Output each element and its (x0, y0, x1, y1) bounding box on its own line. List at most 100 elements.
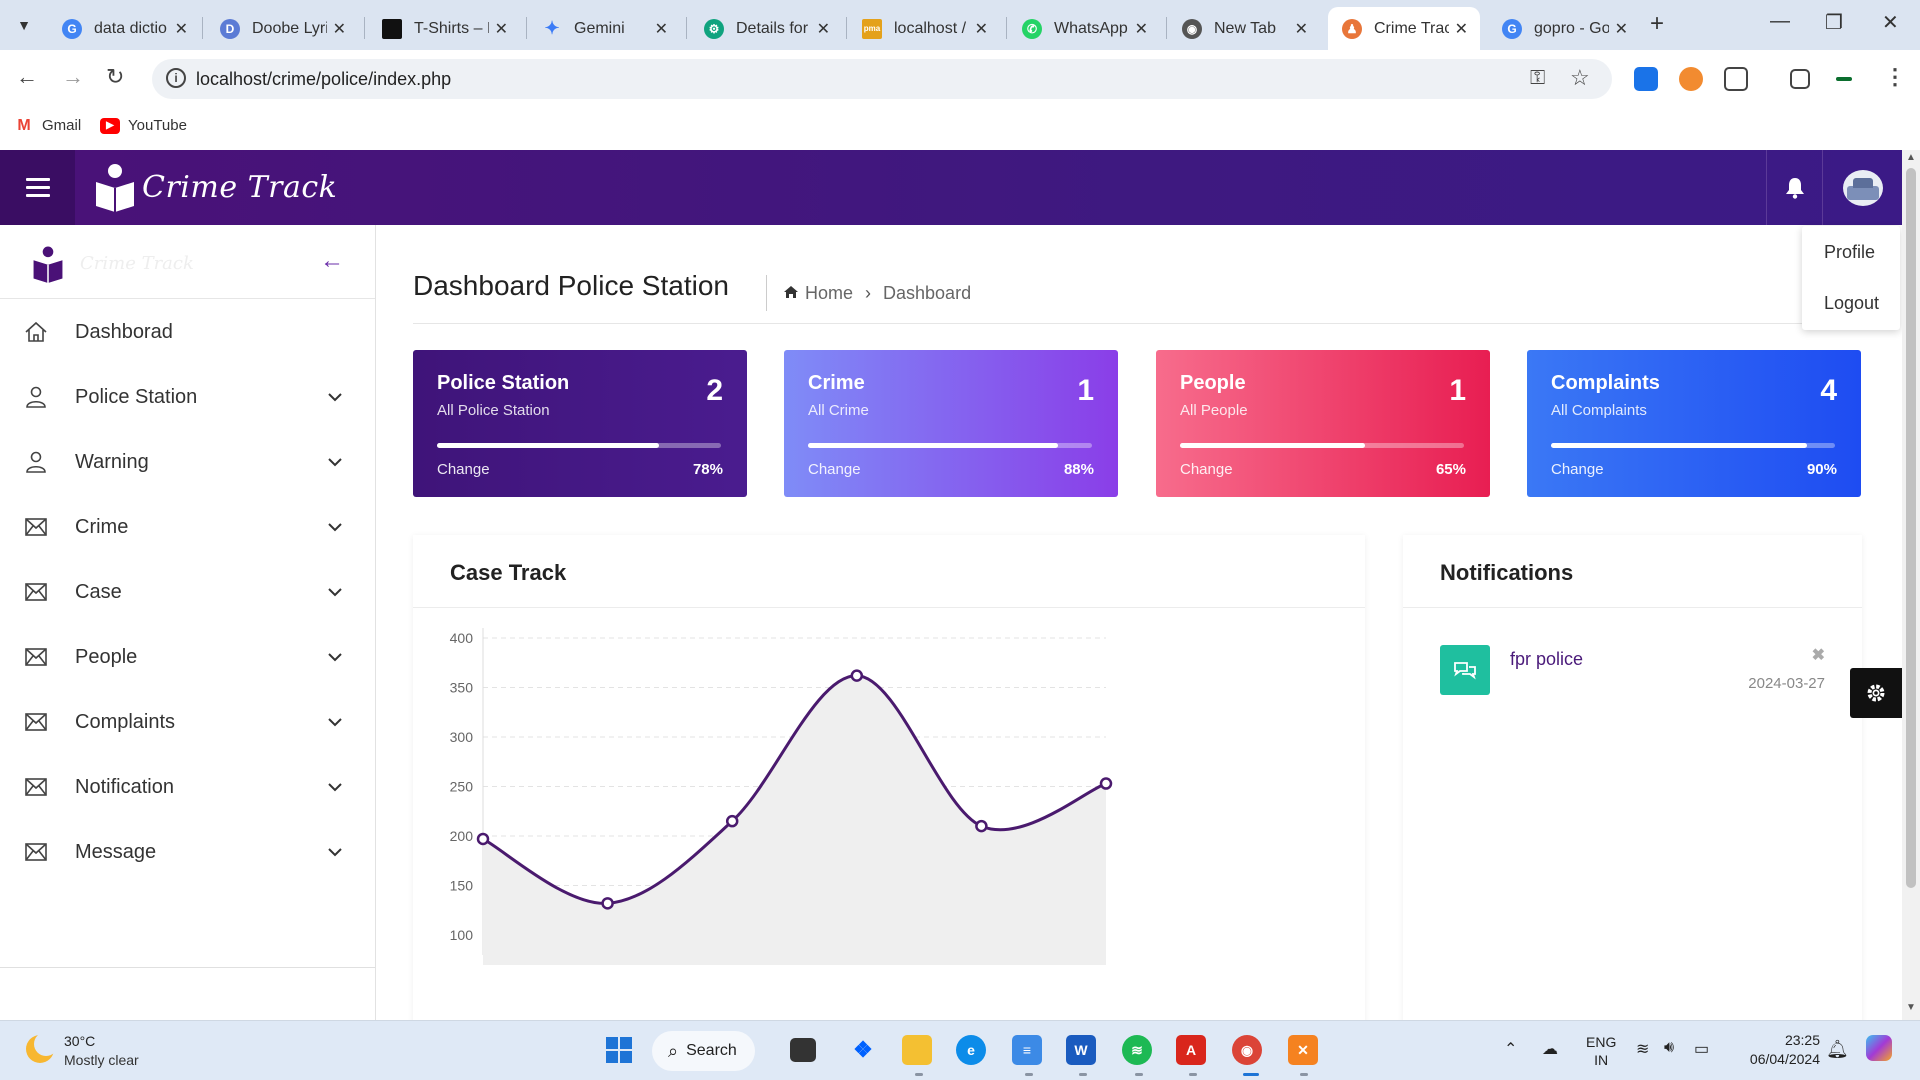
notifications-bell-icon[interactable] (1766, 150, 1822, 225)
sidebar-item-notification[interactable]: Notification (0, 755, 375, 820)
page-scrollbar[interactable]: ▲ ▼ (1902, 150, 1920, 1020)
word-icon[interactable]: W (1066, 1035, 1096, 1065)
back-icon[interactable]: ← (16, 64, 38, 90)
weather-widget[interactable]: 30°C Mostly clear (20, 1031, 240, 1071)
reload-icon[interactable]: ↻ (106, 64, 124, 90)
stat-card-police-station[interactable]: Police Station All Police Station 2 Chan… (413, 350, 747, 497)
stat-card-crime[interactable]: Crime All Crime 1 Change 88% (784, 350, 1118, 497)
profile-indicator-icon[interactable] (1836, 77, 1852, 81)
browser-tab[interactable]: ✆ WhatsApp ✕ (1008, 7, 1160, 50)
scroll-up-arrow-icon[interactable]: ▲ (1906, 152, 1916, 163)
browser-tab[interactable]: ✦ Gemini ✕ (528, 7, 680, 50)
side-panel-icon[interactable] (1790, 69, 1810, 89)
close-tab-icon[interactable]: ✕ (495, 19, 508, 39)
task-view-icon[interactable] (790, 1038, 816, 1062)
y-tick-label: 350 (450, 680, 474, 696)
windows-taskbar: 30°C Mostly clear ⌕ Search ❖ e ≡ W ≋ A ◉… (0, 1020, 1920, 1080)
volume-icon[interactable]: 🔊︎ (1664, 1039, 1674, 1080)
sidebar-item-crime[interactable]: Crime (0, 495, 375, 560)
edge-icon[interactable]: e (956, 1035, 986, 1065)
browser-tab[interactable]: T-Shirts – I ✕ (368, 7, 520, 50)
close-window-button[interactable]: ✕ (1882, 10, 1899, 35)
xampp-icon[interactable]: ✕ (1288, 1035, 1318, 1065)
browser-tab[interactable]: pma localhost / ✕ (848, 7, 1000, 50)
sidebar-header: Crime Track ← (0, 225, 375, 299)
browser-tab[interactable]: ◉ New Tab ✕ (1168, 7, 1320, 50)
collapse-sidebar-arrow-icon[interactable]: ← (320, 247, 344, 275)
close-tab-icon[interactable]: ✕ (817, 19, 830, 39)
battery-icon[interactable]: ▭ (1694, 1039, 1709, 1080)
taskbar-clock[interactable]: 23:25 06/04/2024 (1740, 1031, 1820, 1069)
bookmark-youtube[interactable]: ▶ YouTube (100, 117, 187, 134)
wifi-icon[interactable]: ≋ (1636, 1039, 1649, 1080)
close-tab-icon[interactable]: ✕ (975, 19, 988, 39)
chrome-icon[interactable]: ◉ (1232, 1035, 1262, 1065)
acrobat-icon[interactable]: A (1176, 1035, 1206, 1065)
site-info-icon[interactable]: i (166, 68, 186, 88)
notification-center-bell-icon[interactable]: 🔔︎ (1826, 1039, 1849, 1080)
show-hidden-icons-chevron-icon[interactable]: ⌃ (1504, 1039, 1517, 1080)
scrollbar-thumb[interactable] (1906, 168, 1916, 888)
close-tab-icon[interactable]: ✕ (1615, 19, 1628, 39)
user-avatar-button[interactable] (1822, 150, 1902, 225)
close-tab-icon[interactable]: ✕ (1455, 19, 1468, 39)
extension-icon[interactable] (1634, 67, 1658, 91)
spotify-icon[interactable]: ≋ (1122, 1035, 1152, 1065)
copilot-icon[interactable] (1866, 1035, 1892, 1080)
case-track-chart: 100 150 200 250 300 350 400 (450, 628, 1113, 965)
taskbar-search[interactable]: ⌕ Search (652, 1031, 755, 1071)
file-explorer-icon[interactable] (902, 1035, 932, 1065)
address-bar[interactable]: i localhost/crime/police/index.php ⚿ ☆ (152, 59, 1612, 99)
logout-menu-item[interactable]: Logout (1824, 293, 1879, 314)
browser-tab[interactable]: ⚙ Details for ✕ (690, 7, 842, 50)
chevron-down-icon (328, 458, 342, 467)
sidebar-item-case[interactable]: Case (0, 560, 375, 625)
browser-tab[interactable]: G gopro - Go ✕ (1488, 7, 1640, 50)
forward-icon[interactable]: → (62, 64, 84, 90)
close-tab-icon[interactable]: ✕ (1135, 19, 1148, 39)
sidebar-item-people[interactable]: People (0, 625, 375, 690)
browser-tab-active[interactable]: ♟ Crime Trac ✕ (1328, 7, 1480, 50)
tab-search-button[interactable]: ▼ (8, 10, 40, 40)
url-text[interactable]: localhost/crime/police/index.php (196, 69, 451, 90)
hamburger-menu-button[interactable] (0, 150, 75, 225)
restore-window-button[interactable]: ❐ (1825, 10, 1843, 35)
sidebar-item-police-station[interactable]: Police Station (0, 365, 375, 430)
chat-bubbles-icon (1440, 645, 1490, 695)
main-content: Dashboard Police Station Home › Dashboar… (376, 225, 1902, 1020)
extension-icon[interactable] (1679, 67, 1703, 91)
brand-logo[interactable]: Crime Track (92, 162, 337, 212)
notification-item[interactable]: fpr police 2024-03-27 ✖ (1440, 645, 1825, 705)
language-indicator[interactable]: ENG IN (1586, 1033, 1616, 1080)
bookmark-star-icon[interactable]: ☆ (1570, 65, 1590, 91)
scroll-down-arrow-icon[interactable]: ▼ (1906, 1002, 1916, 1013)
minimize-window-button[interactable]: — (1770, 10, 1790, 33)
sidebar-item-message[interactable]: Message (0, 820, 375, 885)
browser-tab[interactable]: G data dictio ✕ (48, 7, 200, 50)
sidebar-item-warning[interactable]: Warning (0, 430, 375, 495)
settings-gear-icon[interactable] (1850, 668, 1902, 718)
dismiss-notification-icon[interactable]: ✖ (1812, 645, 1825, 665)
profile-menu-item[interactable]: Profile (1824, 242, 1875, 263)
breadcrumb-home-link[interactable]: Home (805, 283, 853, 304)
close-tab-icon[interactable]: ✕ (655, 19, 668, 39)
browser-tab[interactable]: D Doobe Lyri ✕ (206, 7, 358, 50)
notepad-icon[interactable]: ≡ (1012, 1035, 1042, 1065)
browser-menu-icon[interactable]: ⋮ (1884, 64, 1906, 90)
bookmark-gmail[interactable]: M Gmail (14, 117, 81, 135)
stat-card-people[interactable]: People All People 1 Change 65% (1156, 350, 1490, 497)
close-tab-icon[interactable]: ✕ (175, 19, 188, 39)
close-tab-icon[interactable]: ✕ (1295, 19, 1308, 39)
dropbox-icon[interactable]: ❖ (848, 1035, 878, 1065)
close-tab-icon[interactable]: ✕ (333, 19, 346, 39)
new-tab-button[interactable]: + (1650, 10, 1664, 38)
password-key-icon[interactable]: ⚿ (1530, 67, 1545, 90)
windows-start-icon[interactable] (604, 1035, 634, 1065)
onedrive-icon[interactable]: ☁ (1542, 1039, 1558, 1080)
sidebar-item-dashboard[interactable]: Dashborad (0, 300, 375, 365)
extensions-puzzle-icon[interactable] (1724, 67, 1748, 91)
stat-card-complaints[interactable]: Complaints All Complaints 4 Change 90% (1527, 350, 1861, 497)
crime-track-app: Crime Track Crime Track ← Dashborad Poli… (0, 150, 1902, 1020)
app-topbar: Crime Track (0, 150, 1902, 225)
sidebar-item-complaints[interactable]: Complaints (0, 690, 375, 755)
